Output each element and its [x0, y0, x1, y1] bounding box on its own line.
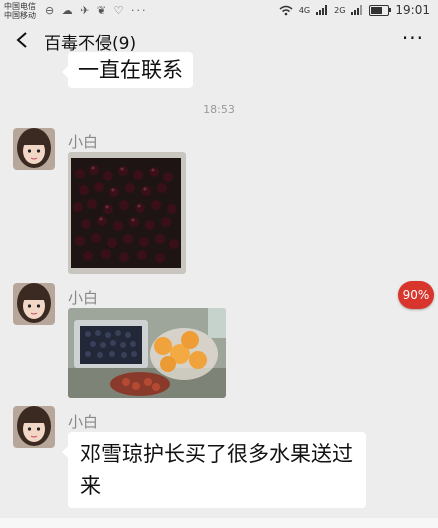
input-bar[interactable]	[0, 518, 438, 528]
more-button[interactable]: ···	[402, 26, 424, 50]
carrier-info: 中国电信 中国移动	[4, 2, 36, 20]
carrier-primary: 中国电信	[4, 2, 36, 11]
back-button[interactable]	[10, 28, 34, 52]
cherries-image	[68, 152, 186, 274]
chat-title[interactable]: 百毒不侵(9)	[44, 29, 136, 54]
avatar-image	[13, 128, 55, 170]
battery-level	[371, 6, 383, 14]
fruit-image	[68, 308, 226, 398]
clock: 19:01	[395, 3, 430, 17]
network-type-secondary: 2G	[334, 5, 346, 15]
message-text: 一直在联系	[78, 58, 183, 82]
network-type-primary: 4G	[298, 5, 311, 15]
progress-badge[interactable]: 90%	[398, 281, 434, 309]
message-text: 邓雪琼护长买了很多水果送过来	[80, 442, 353, 498]
status-right-group: 4G 2G 19:01	[279, 3, 430, 17]
message-timestamp: 18:53	[203, 103, 235, 116]
status-bar: 中国电信 中国移动 ⊖ ☁ ✈ ❦ ♡ ··· 4G 2G 19:01	[0, 0, 438, 22]
avatar[interactable]	[13, 283, 55, 325]
battery-icon	[369, 4, 392, 16]
more-icon: ···	[401, 26, 424, 50]
sender-name: 小白	[68, 413, 99, 431]
chat-header: 百毒不侵(9) ···	[0, 22, 438, 58]
photo-message-fruit[interactable]	[68, 308, 226, 398]
avatar[interactable]	[13, 406, 55, 448]
message-bubble-previous[interactable]: 一直在联系	[62, 52, 193, 88]
message-bubble[interactable]: 邓雪琼护长买了很多水果送过来	[62, 432, 366, 508]
avatar[interactable]	[13, 128, 55, 170]
sender-name: 小白	[68, 289, 99, 307]
carrier-secondary: 中国移动	[4, 11, 36, 20]
sender-name: 小白	[68, 133, 99, 151]
signal-icon-secondary	[351, 5, 363, 15]
signal-icon	[316, 5, 328, 15]
notification-icons: ⊖ ☁ ✈ ❦ ♡ ···	[45, 4, 148, 17]
photo-message-cherries[interactable]	[68, 152, 186, 274]
wifi-icon	[279, 5, 293, 15]
avatar-image	[13, 406, 55, 448]
avatar-image	[13, 283, 55, 325]
chevron-left-icon	[16, 32, 27, 48]
